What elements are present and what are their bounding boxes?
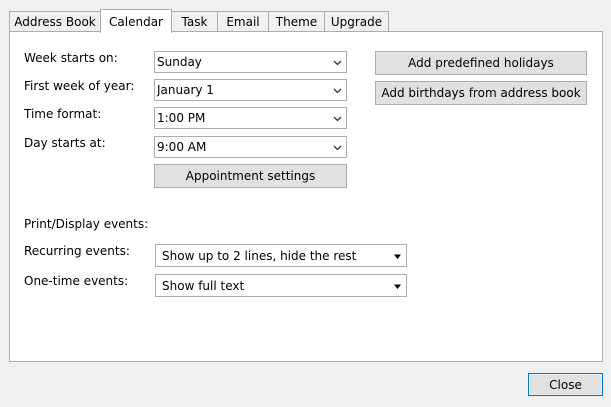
chevron-down-icon [333,88,342,94]
appointment-settings-button[interactable]: Appointment settings [154,164,347,188]
tab-theme[interactable]: Theme [268,11,325,31]
add-birthdays-button[interactable]: Add birthdays from address book [375,81,587,105]
triangle-down-icon [394,254,401,259]
print-display-heading: Print/Display events: [24,217,149,231]
time-format-select[interactable]: 1:00 PM [154,107,347,129]
time-format-value: 1:00 PM [157,111,206,125]
first-week-of-year-label: First week of year: [24,79,135,93]
tab-address-book[interactable]: Address Book [9,11,101,31]
one-time-events-value: Show full text [162,278,245,293]
one-time-events-label: One-time events: [24,274,129,288]
one-time-events-select[interactable]: Show full text [155,274,407,297]
chevron-down-icon [333,145,342,151]
week-starts-on-value: Sunday [157,55,202,69]
first-week-of-year-select[interactable]: January 1 [154,79,347,101]
triangle-down-icon [394,284,401,289]
week-starts-on-label: Week starts on: [24,51,118,65]
recurring-events-select[interactable]: Show up to 2 lines, hide the rest [155,244,407,267]
close-button[interactable]: Close [528,373,603,396]
day-starts-at-select[interactable]: 9:00 AM [154,136,347,158]
tab-task[interactable]: Task [171,11,218,31]
day-starts-at-value: 9:00 AM [157,140,207,154]
tab-calendar[interactable]: Calendar [100,9,172,33]
recurring-events-value: Show up to 2 lines, hide the rest [162,248,357,263]
day-starts-at-label: Day starts at: [24,136,106,150]
recurring-events-label: Recurring events: [24,244,130,258]
chevron-down-icon [333,116,342,122]
tab-upgrade[interactable]: Upgrade [324,11,389,31]
tab-email[interactable]: Email [217,11,269,31]
add-predefined-holidays-button[interactable]: Add predefined holidays [375,51,587,75]
time-format-label: Time format: [24,107,102,121]
chevron-down-icon [333,60,342,66]
first-week-of-year-value: January 1 [157,83,214,97]
week-starts-on-select[interactable]: Sunday [154,51,347,73]
